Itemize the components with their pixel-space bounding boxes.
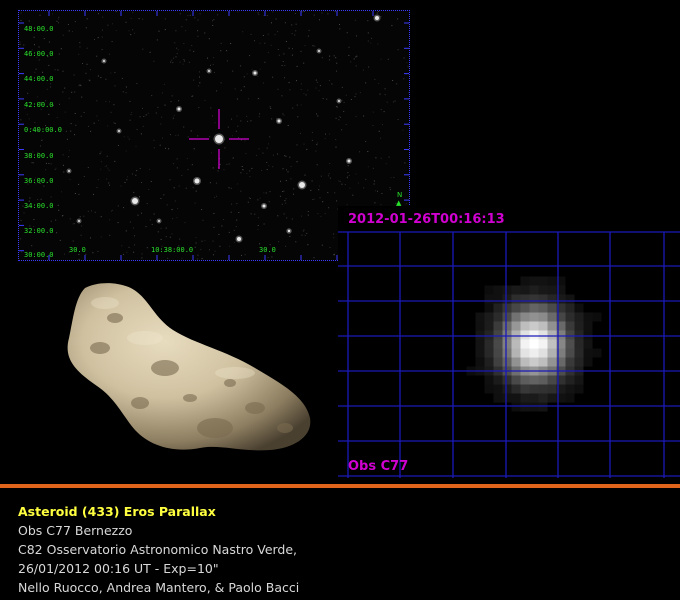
star — [215, 135, 223, 143]
dec-label: 30:00.0 — [24, 251, 54, 259]
star — [287, 229, 291, 233]
star — [194, 178, 200, 184]
star — [347, 159, 351, 163]
star — [299, 182, 305, 188]
zoomed-asteroid-view: 2012-01-26T00:16:13 Obs C77 — [338, 206, 680, 478]
asteroid-shape — [67, 283, 311, 451]
north-indicator: N — [397, 191, 403, 199]
star — [68, 170, 70, 172]
dec-label: 44:00.0 — [24, 75, 54, 83]
dec-label: 48:00.0 — [24, 25, 54, 33]
dec-label: 32:00.0 — [24, 227, 54, 235]
star — [132, 198, 138, 204]
star — [318, 50, 320, 52]
star — [208, 70, 210, 72]
star — [177, 107, 181, 111]
star — [277, 119, 281, 123]
dec-label: 46:00.0 — [24, 50, 54, 58]
dec-label: 36:00.0 — [24, 177, 54, 185]
star — [78, 220, 80, 222]
ra-label: 30.0 — [69, 246, 86, 254]
caption-line: Obs C77 Bernezzo — [18, 523, 133, 538]
star — [103, 60, 105, 62]
star — [338, 100, 340, 102]
dec-label: 34:00.0 — [24, 202, 54, 210]
dec-label: 0:40:00.0 — [24, 126, 62, 134]
star — [253, 71, 257, 75]
star — [237, 237, 241, 241]
caption-line: C82 Osservatorio Astronomico Nastro Verd… — [18, 542, 298, 557]
star — [118, 130, 120, 132]
caption-block: Asteroid (433) Eros Parallax Obs C77 Ber… — [18, 502, 299, 597]
section-divider — [0, 484, 680, 488]
dec-label: 42:00.0 — [24, 101, 54, 109]
eros-3d-model-icon — [55, 278, 315, 453]
observation-timestamp: 2012-01-26T00:16:13 — [348, 212, 505, 227]
star — [375, 16, 379, 20]
observatory-label: Obs C77 — [348, 459, 409, 474]
star — [262, 204, 266, 208]
dec-label: 38:00.0 — [24, 152, 54, 160]
ra-label: 10:38:00.0 — [151, 246, 194, 254]
caption-line: Nello Ruocco, Andrea Mantero, & Paolo Ba… — [18, 580, 300, 595]
caption-line: 26/01/2012 00:16 UT - Exp=10" — [18, 561, 219, 576]
caption-title: Asteroid (433) Eros Parallax — [18, 504, 216, 519]
ra-label: 30.0 — [259, 246, 276, 254]
star — [158, 220, 160, 222]
zoom-grid-svg — [338, 231, 680, 478]
